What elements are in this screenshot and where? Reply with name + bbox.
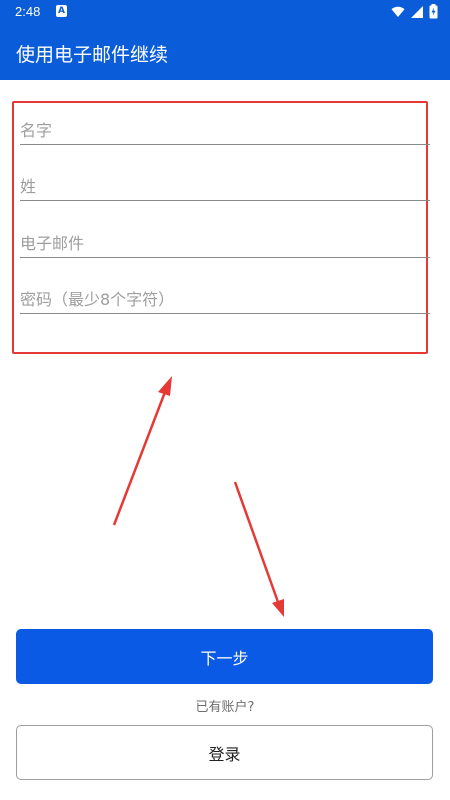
signal-icon <box>411 5 423 22</box>
email-input[interactable] <box>20 234 420 253</box>
arrow-up-head <box>158 376 172 396</box>
first-name-input[interactable] <box>20 121 420 140</box>
status-bar: 2:48 A <box>0 0 450 24</box>
status-time: 2:48 <box>15 4 41 19</box>
app-bar: 使用电子邮件继续 <box>0 24 450 80</box>
status-icons <box>391 4 438 23</box>
next-button[interactable]: 下一步 <box>16 629 433 684</box>
wifi-icon <box>391 6 405 22</box>
password-input[interactable] <box>20 290 420 309</box>
signup-screen: 2:48 A 使用电子邮件继续 名字 姓 电子邮件 下一步 已有账户? 登录 <box>0 0 450 800</box>
arrow-down-head <box>272 599 284 617</box>
battery-charging-icon <box>429 4 438 23</box>
last-name-input[interactable] <box>20 177 420 196</box>
password-field <box>20 283 430 314</box>
login-button[interactable]: 登录 <box>16 725 433 780</box>
page-title: 使用电子邮件继续 <box>16 44 169 66</box>
have-account-text: 已有账户? <box>195 700 255 715</box>
last-name-field <box>20 170 430 201</box>
notification-icon: A <box>56 5 67 17</box>
arrow-down-line <box>233 481 280 603</box>
email-field <box>20 227 430 258</box>
first-name-field <box>20 114 430 145</box>
arrow-up-line <box>112 391 167 526</box>
